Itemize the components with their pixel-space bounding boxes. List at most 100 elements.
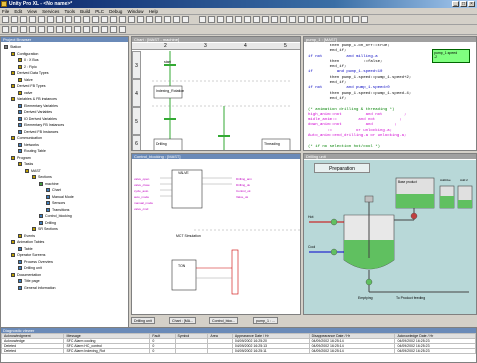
toolbar-button-icon[interactable] [20,16,27,23]
toolbar-button-icon[interactable] [352,16,359,23]
toolbar-button-icon[interactable] [208,16,215,23]
tree-item[interactable]: Manual Mode [46,194,74,200]
tree-item[interactable]: Tasks [18,161,33,167]
toolbar-button-icon[interactable] [83,26,90,33]
toolbar-button-icon[interactable] [271,16,278,23]
toolbar-button-icon[interactable] [110,26,117,33]
menu-window[interactable]: Window [126,8,146,14]
toolbar-button-icon[interactable] [199,16,206,23]
tree-item[interactable]: Routing Table [18,148,46,154]
toolbar-button-icon[interactable] [56,26,63,33]
toolbar-button-icon[interactable] [92,16,99,23]
toolbar-button-icon[interactable] [262,16,269,23]
screen-window-title[interactable]: Drilling unit [304,154,476,159]
toolbar-button-icon[interactable] [65,26,72,33]
toolbar-button-icon[interactable] [325,16,332,23]
toolbar-button-icon[interactable] [38,16,45,23]
tree-item[interactable]: Elementary Variables [18,103,58,109]
toolbar-button-icon[interactable] [56,16,63,23]
tree-item[interactable]: 0 : X Bus [18,57,39,63]
toolbar-button-icon[interactable] [20,26,27,33]
toolbar-button-icon[interactable] [83,16,90,23]
menu-debug[interactable]: Debug [107,8,124,14]
tree-item[interactable]: IO Derived Variables [18,116,57,122]
toolbar-button-icon[interactable] [164,16,171,23]
toolbar-button-icon[interactable] [226,16,233,23]
tree-item[interactable]: Configuration [11,51,38,57]
tree-item[interactable]: Transitions [46,207,69,213]
tab-pump[interactable]: pump_1 : ... [253,317,278,324]
toolbar-button-icon[interactable] [334,16,341,23]
tree-item[interactable]: Derived FB Instances [18,129,58,135]
tree-item[interactable]: Drilling unit [18,265,42,271]
toolbar-button-icon[interactable] [101,26,108,33]
table-row[interactable]: Deleted SFC Alarm Indexing_Rot 0 04/09/2002… [1,348,476,354]
tree-item[interactable]: Variables & FB instances [11,96,57,102]
toolbar-button-icon[interactable] [343,16,350,23]
maximize-button[interactable]: □ [460,1,467,7]
toolbar-button-icon[interactable] [110,16,117,23]
menu-help[interactable]: Help [147,8,160,14]
table-row[interactable]: Deleted SFC Alarm HC_control 0 04/09/2002 1… [1,343,476,349]
toolbar-button-icon[interactable] [101,16,108,23]
toolbar-button-icon[interactable] [11,26,18,33]
fbd-block-ton[interactable]: TON [178,264,185,268]
toolbar-button-icon[interactable] [38,26,45,33]
step-threading[interactable]: Threading [264,142,280,146]
tree-item[interactable]: Station [4,44,21,50]
menu-file[interactable]: File [0,8,11,14]
tree-item[interactable]: Drilling [39,220,56,226]
toolbar-button-icon[interactable] [173,16,180,23]
tree-item[interactable]: Table [18,246,33,252]
menu-build[interactable]: Build [78,8,92,14]
tree-item[interactable]: Events [18,233,35,239]
tab-control-blocking[interactable]: Control_bloc... [209,317,239,324]
menu-view[interactable]: View [25,8,39,14]
toolbar-button-icon[interactable] [119,16,126,23]
toolbar-button-icon[interactable] [146,16,153,23]
menu-plc[interactable]: PLC [93,8,106,14]
toolbar-button-icon[interactable] [235,16,242,23]
close-button[interactable]: × [468,1,475,7]
tree-item[interactable]: Valve [18,77,33,83]
st-window-title[interactable]: pump_1 : [MAST] [304,37,476,42]
toolbar-button-icon[interactable] [307,16,314,23]
tree-item[interactable]: Derived Variables [18,109,52,115]
fbd-block-valve[interactable]: VALVE [178,171,189,175]
toolbar-button-icon[interactable] [155,16,162,23]
tree-item[interactable]: MAST [25,168,41,174]
tree-item[interactable]: 2 : Fipio [18,64,37,70]
tree-item[interactable]: SR Sections [32,226,58,232]
toolbar-button-icon[interactable] [11,16,18,23]
tree-item[interactable]: machine [39,181,59,187]
tree-item[interactable]: General information [18,285,56,291]
toolbar-button-icon[interactable] [361,16,368,23]
step-drilling[interactable]: Drilling [156,142,167,146]
step-indexing[interactable]: Indexing_Rotation [156,89,184,93]
tree-item[interactable]: Sections [32,174,52,180]
toolbar-button-icon[interactable] [29,26,36,33]
chart-window-title[interactable]: Chart : [MAST - machine] [132,37,300,42]
toolbar-button-icon[interactable] [2,26,9,33]
toolbar-button-icon[interactable] [137,16,144,23]
toolbar-button-icon[interactable] [280,16,287,23]
toolbar-button-icon[interactable] [47,16,54,23]
tree-item[interactable]: Title page [18,278,40,284]
tree-item[interactable]: Control_blocking [39,213,72,219]
toolbar-button-icon[interactable] [2,16,9,23]
toolbar-button-icon[interactable] [128,16,135,23]
toolbar-button-icon[interactable] [244,16,251,23]
toolbar-button-icon[interactable] [217,16,224,23]
tree-item[interactable]: Communication [11,135,42,141]
tree-item[interactable]: Program [11,155,31,161]
tree-item[interactable]: Documentation [11,272,41,278]
fbd-window-title[interactable]: Control_blocking : [MAST] [132,154,300,159]
toolbar-button-icon[interactable] [119,26,126,33]
toolbar-button-icon[interactable] [74,26,81,33]
tab-drilling-unit[interactable]: Drilling unit [131,317,155,324]
tree-item[interactable]: valve [18,90,32,96]
toolbar-button-icon[interactable] [289,16,296,23]
tree-item[interactable]: Sensors [46,200,65,206]
toolbar-button-icon[interactable] [298,16,305,23]
tree-item[interactable]: Animation Tables [11,239,44,245]
